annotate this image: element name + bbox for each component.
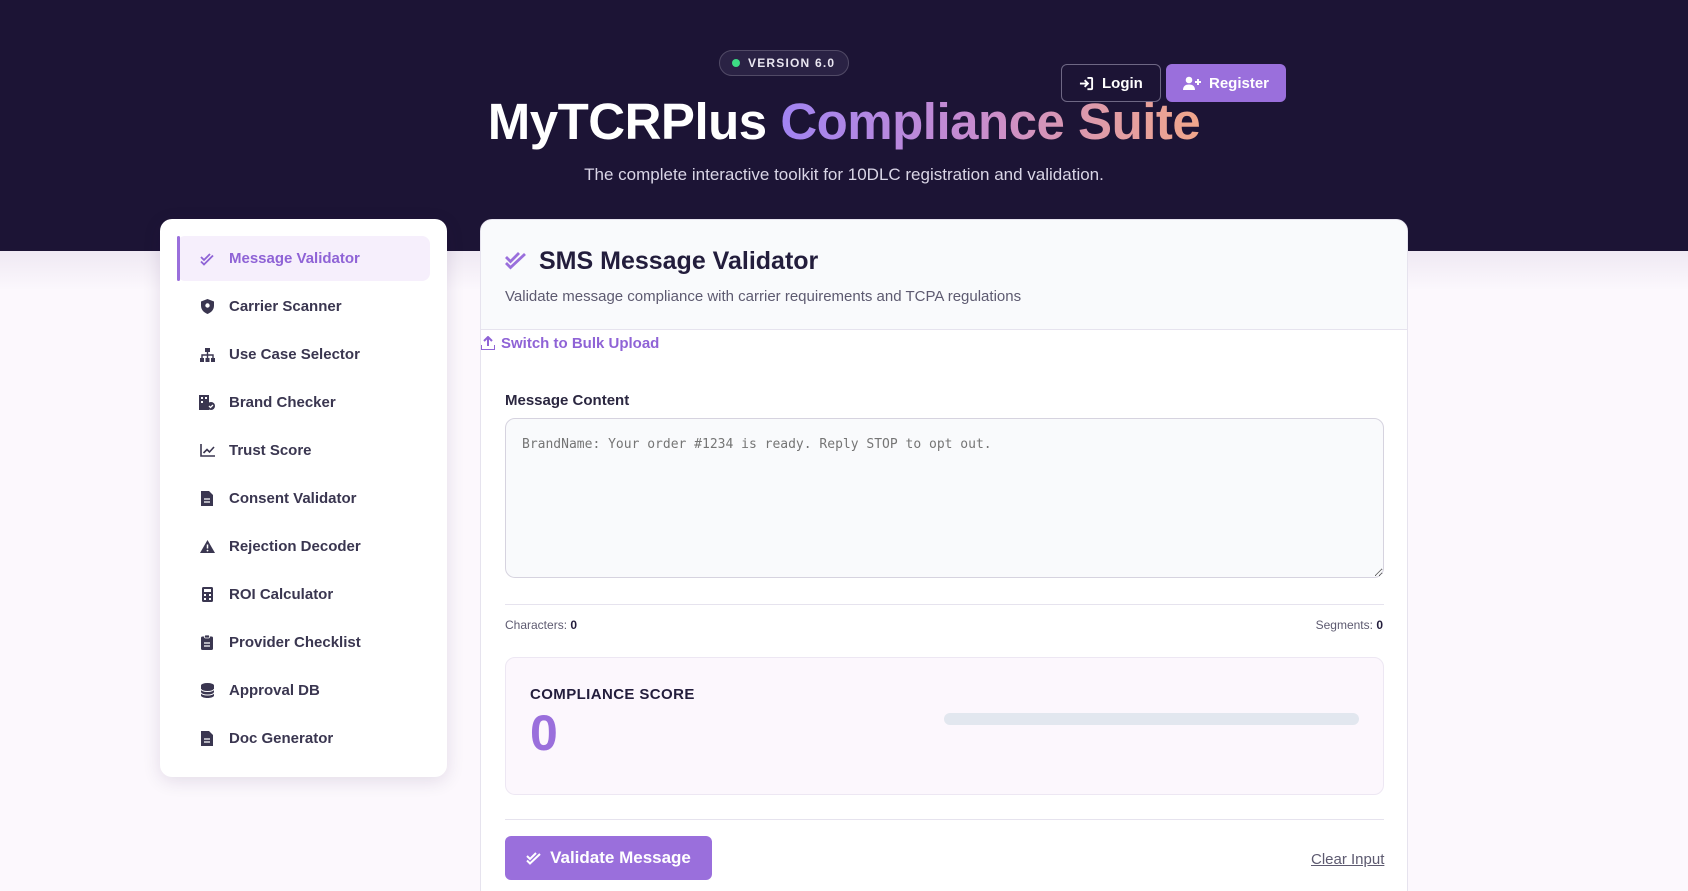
sidebar-item-label: Rejection Decoder	[229, 538, 361, 555]
sidebar-item-label: Consent Validator	[229, 490, 357, 507]
sidebar-item-consent-validator[interactable]: Consent Validator	[177, 476, 430, 521]
compliance-score-value: 0	[530, 705, 558, 761]
switch-to-bulk-upload-link[interactable]: Switch to Bulk Upload	[481, 330, 659, 352]
page-title: MyTCRPlus Compliance Suite	[0, 92, 1688, 151]
segments-counter: Segments: 0	[1316, 618, 1383, 632]
sidebar-item-label: Approval DB	[229, 682, 320, 699]
sidebar-item-trust-score[interactable]: Trust Score	[177, 428, 430, 473]
sidebar-item-rejection-decoder[interactable]: Rejection Decoder	[177, 524, 430, 569]
sidebar-item-approval-db[interactable]: Approval DB	[177, 668, 430, 713]
sidebar-item-label: Brand Checker	[229, 394, 336, 411]
building-check-icon	[199, 395, 215, 411]
clear-input-link[interactable]: Clear Input	[1311, 851, 1384, 868]
sidebar-item-provider-checklist[interactable]: Provider Checklist	[177, 620, 430, 665]
sign-in-icon	[1079, 76, 1094, 90]
message-content-label: Message Content	[505, 392, 630, 409]
calculator-icon	[199, 587, 215, 603]
sidebar-item-label: Provider Checklist	[229, 634, 361, 651]
file-icon	[199, 491, 215, 507]
warning-icon	[199, 539, 215, 555]
title-main: MyTCRPlus	[487, 93, 767, 150]
validate-message-button[interactable]: Validate Message	[505, 836, 712, 880]
status-dot-icon	[732, 59, 740, 67]
compliance-score-label: COMPLIANCE SCORE	[530, 686, 695, 703]
sidebar-item-brand-checker[interactable]: Brand Checker	[177, 380, 430, 425]
sidebar-item-label: Doc Generator	[229, 730, 334, 747]
double-check-icon	[199, 251, 215, 267]
message-content-input[interactable]	[505, 418, 1384, 578]
validator-panel: SMS Message Validator Validate message c…	[480, 219, 1408, 891]
panel-header: SMS Message Validator Validate message c…	[481, 220, 1407, 330]
sidebar-item-label: ROI Calculator	[229, 586, 334, 603]
sidebar-item-carrier-scanner[interactable]: Carrier Scanner	[177, 284, 430, 329]
line-chart-icon	[199, 443, 215, 459]
segments-value: 0	[1376, 618, 1383, 632]
version-text: VERSION 6.0	[748, 56, 836, 70]
validate-message-label: Validate Message	[550, 848, 691, 867]
sidebar-item-use-case-selector[interactable]: Use Case Selector	[177, 332, 430, 377]
compliance-score-card: COMPLIANCE SCORE 0	[505, 657, 1384, 795]
sidebar-item-label: Use Case Selector	[229, 346, 360, 363]
panel-description: Validate message compliance with carrier…	[505, 288, 1022, 305]
characters-counter: Characters: 0	[505, 618, 577, 632]
sitemap-icon	[199, 347, 215, 363]
sidebar: Message Validator Carrier Scanner Use Ca…	[160, 219, 447, 777]
segments-label: Segments:	[1315, 618, 1373, 632]
characters-label: Characters:	[505, 618, 568, 632]
sidebar-item-message-validator[interactable]: Message Validator	[177, 236, 430, 281]
sidebar-item-roi-calculator[interactable]: ROI Calculator	[177, 572, 430, 617]
user-plus-icon	[1183, 76, 1201, 90]
sidebar-item-label: Message Validator	[229, 250, 360, 267]
divider	[505, 604, 1384, 605]
sidebar-item-label: Carrier Scanner	[229, 298, 342, 315]
double-check-icon	[505, 250, 527, 275]
database-icon	[199, 683, 215, 699]
title-accent: Compliance Suite	[780, 93, 1201, 150]
upload-icon	[481, 336, 495, 350]
bulk-link-label: Switch to Bulk Upload	[501, 334, 660, 352]
login-label: Login	[1102, 74, 1143, 92]
panel-title: SMS Message Validator	[539, 247, 819, 275]
shield-icon	[199, 299, 215, 315]
sidebar-item-label: Trust Score	[229, 442, 312, 459]
register-label: Register	[1209, 74, 1270, 92]
characters-value: 0	[570, 618, 578, 632]
compliance-score-bar	[944, 713, 1359, 725]
clipboard-icon	[199, 635, 215, 651]
file-icon	[199, 731, 215, 747]
sidebar-item-doc-generator[interactable]: Doc Generator	[177, 716, 430, 761]
version-badge: VERSION 6.0	[719, 50, 850, 76]
page-subtitle: The complete interactive toolkit for 10D…	[584, 165, 1104, 184]
double-check-icon	[526, 852, 541, 865]
divider	[505, 819, 1384, 820]
